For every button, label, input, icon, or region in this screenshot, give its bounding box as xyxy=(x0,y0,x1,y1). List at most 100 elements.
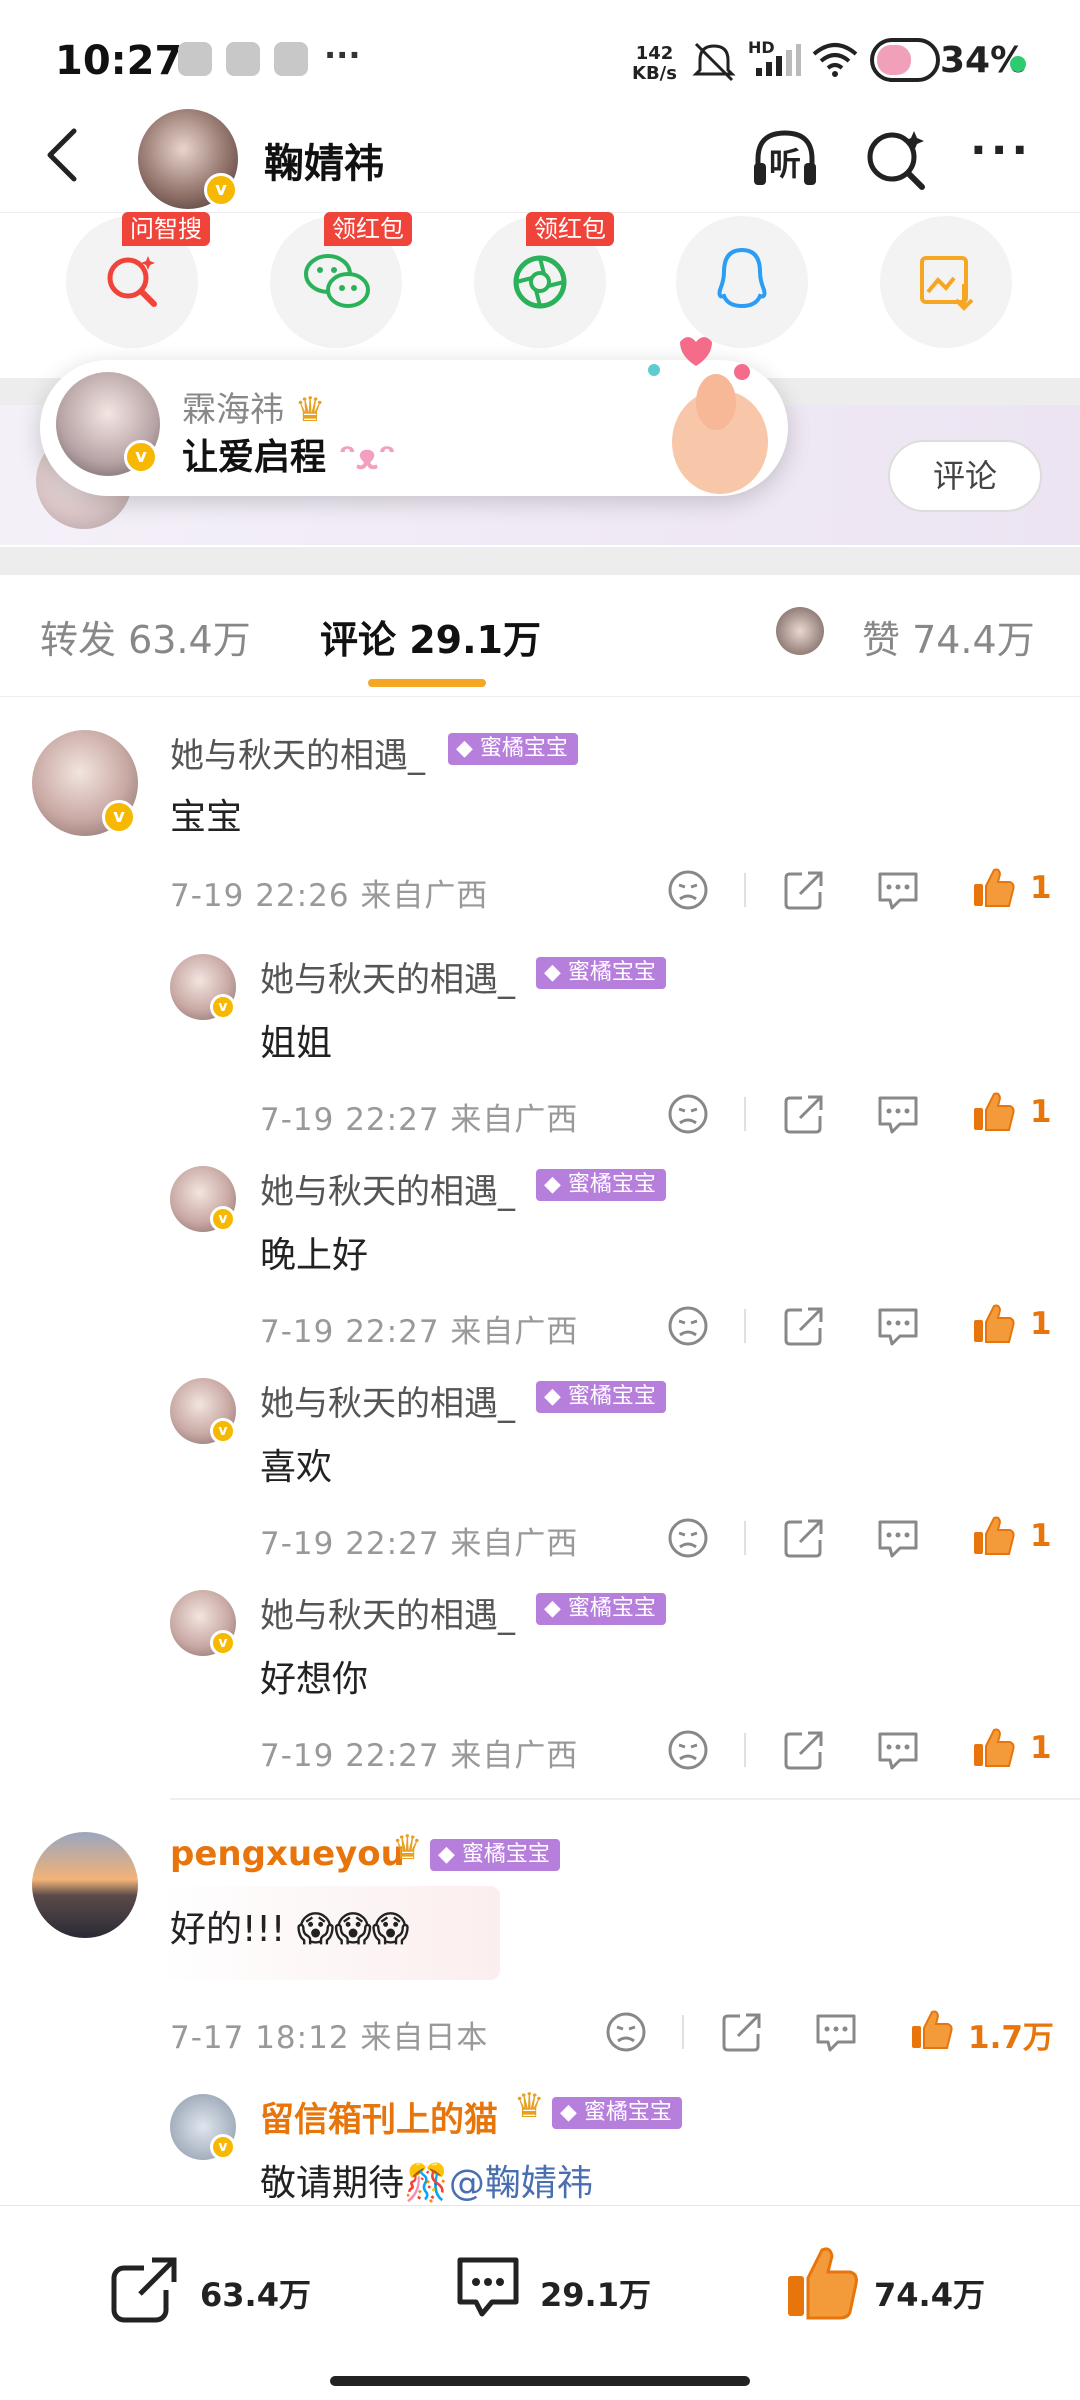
signal-icon xyxy=(756,44,801,76)
like-count[interactable]: 1.7万 xyxy=(968,2012,1054,2057)
mention-link[interactable]: @鞠婧祎 xyxy=(449,2163,593,2204)
dislike-icon[interactable] xyxy=(666,1304,710,1348)
wechat-notification-icon xyxy=(226,42,260,76)
like-thumb-icon[interactable] xyxy=(784,2242,860,2322)
fan-badge[interactable]: ◆ 蜜橘宝宝 xyxy=(536,957,666,989)
fan-badge[interactable]: ◆ 蜜橘宝宝 xyxy=(536,1593,666,1625)
reply-meta: 7-19 22:27 来自广西 xyxy=(260,1314,579,1350)
reply-icon[interactable] xyxy=(876,1092,920,1136)
reply-name[interactable]: 她与秋天的相遇_ xyxy=(260,1376,515,1425)
author-avatar[interactable]: v xyxy=(138,109,238,209)
commenter-name[interactable]: 她与秋天的相遇_ xyxy=(170,728,425,777)
verified-badge-icon: v xyxy=(210,2134,236,2160)
repost-icon[interactable] xyxy=(110,2254,180,2324)
app-notification-icon xyxy=(274,42,308,76)
crown-icon: ♛ xyxy=(392,1828,423,1868)
back-arrow-icon[interactable] xyxy=(36,125,96,185)
fan-badge[interactable]: ◆ 蜜橘宝宝 xyxy=(552,2097,682,2129)
smart-search-icon[interactable] xyxy=(860,123,934,197)
share-qq-button[interactable] xyxy=(676,216,808,348)
dislike-icon[interactable] xyxy=(666,1516,710,1560)
listen-button[interactable]: 听 xyxy=(748,123,822,197)
comment-tabs: 转发 63.4万 评论 29.1万 赞 74.4万 xyxy=(0,577,1080,697)
reply-meta: 7-19 22:27 来自广西 xyxy=(260,1526,579,1562)
mute-icon xyxy=(692,42,736,82)
reply-avatar[interactable]: v xyxy=(170,1590,236,1656)
commenter-avatar[interactable]: v xyxy=(32,730,138,836)
reply-avatar[interactable]: v xyxy=(170,1378,236,1444)
bunny-emoji-icon: ᵔᴥᵔ xyxy=(338,437,396,478)
tab-repost[interactable]: 转发 63.4万 xyxy=(40,609,251,664)
reply-avatar[interactable]: v xyxy=(170,954,236,1020)
liker-avatar xyxy=(776,607,824,655)
notification-banner[interactable]: v 霖海祎 ♛ 让爱启程 ᵔᴥᵔ xyxy=(40,337,788,496)
quick-tag: 领红包 xyxy=(324,212,412,246)
dislike-icon[interactable] xyxy=(666,1092,710,1136)
dislike-icon[interactable] xyxy=(666,868,710,912)
reply-text-prefix: 敬请期待 xyxy=(260,2163,405,2204)
reply-name[interactable]: 留信箱刊上的猫 xyxy=(260,2092,498,2141)
crown-icon: ♛ xyxy=(294,390,326,430)
tab-comments[interactable]: 评论 29.1万 xyxy=(320,609,541,664)
reply-avatar[interactable]: v xyxy=(170,2094,236,2160)
save-image-button[interactable] xyxy=(880,216,1012,348)
like-icon[interactable] xyxy=(972,1302,1016,1346)
home-indicator[interactable] xyxy=(330,2376,750,2386)
top-nav-bar: v 鞠婧祎 听 ··· xyxy=(0,105,1080,213)
fan-badge[interactable]: ◆ 蜜橘宝宝 xyxy=(430,1839,560,1871)
comment-button[interactable]: 评论 xyxy=(888,440,1042,512)
share-icon[interactable] xyxy=(782,1728,826,1772)
author-name[interactable]: 鞠婧祎 xyxy=(264,131,384,189)
clock: 10:27 xyxy=(55,38,183,84)
like-icon[interactable] xyxy=(972,866,1016,910)
commenter-name[interactable]: pengxueyou xyxy=(170,1834,405,1874)
like-icon[interactable] xyxy=(972,1726,1016,1770)
reply-name[interactable]: 她与秋天的相遇_ xyxy=(260,952,515,1001)
commenter-avatar[interactable] xyxy=(32,1832,138,1938)
battery-icon xyxy=(870,38,940,82)
quick-tag: 问智搜 xyxy=(122,212,210,246)
reply-icon[interactable] xyxy=(876,1516,920,1560)
save-image-icon xyxy=(920,256,974,311)
like-count[interactable]: 1 xyxy=(1030,1094,1052,1130)
comment-meta: 7-19 22:26 来自广西 xyxy=(170,878,489,914)
reply-avatar[interactable]: v xyxy=(170,1166,236,1232)
reply-text: 晚上好 xyxy=(260,1235,369,1276)
like-count[interactable]: 1 xyxy=(1030,1730,1052,1766)
verified-badge-icon: v xyxy=(210,1418,236,1444)
reply-icon[interactable] xyxy=(876,1304,920,1348)
dislike-icon[interactable] xyxy=(604,2010,648,2054)
reply-name[interactable]: 她与秋天的相遇_ xyxy=(260,1588,515,1637)
weibo-comment-page: 10:27 ··· 142 KB/s HD 34% v 鞠婧祎 听 ··· 问智… xyxy=(0,0,1080,2400)
qq-icon xyxy=(717,247,767,309)
reply-icon[interactable] xyxy=(876,868,920,912)
comment-icon[interactable] xyxy=(452,2252,524,2324)
fan-badge-text: 蜜橘宝宝 xyxy=(461,1842,550,1867)
share-icon[interactable] xyxy=(720,2010,764,2054)
like-icon[interactable] xyxy=(910,2008,954,2052)
reply-icon[interactable] xyxy=(876,1728,920,1772)
reply-name[interactable]: 她与秋天的相遇_ xyxy=(260,1164,515,1213)
fan-badge[interactable]: ◆ 蜜橘宝宝 xyxy=(536,1381,666,1413)
dislike-icon[interactable] xyxy=(666,1728,710,1772)
like-icon[interactable] xyxy=(972,1090,1016,1134)
like-count[interactable]: 1 xyxy=(1030,1518,1052,1554)
reply-icon[interactable] xyxy=(814,2010,858,2054)
comment-count[interactable]: 29.1万 xyxy=(540,2270,651,2316)
fan-badge[interactable]: ◆ 蜜橘宝宝 xyxy=(448,733,578,765)
like-count[interactable]: 1 xyxy=(1030,870,1052,906)
action-separator xyxy=(744,873,746,907)
repost-count[interactable]: 63.4万 xyxy=(200,2270,311,2316)
like-icon[interactable] xyxy=(972,1514,1016,1558)
tab-likes[interactable]: 赞 74.4万 xyxy=(862,609,1035,664)
share-icon[interactable] xyxy=(782,1092,826,1136)
like-count[interactable]: 1 xyxy=(1030,1306,1052,1342)
share-icon[interactable] xyxy=(782,1304,826,1348)
net-speed-unit: KB/s xyxy=(632,63,677,84)
fan-badge[interactable]: ◆ 蜜橘宝宝 xyxy=(536,1169,666,1201)
like-count[interactable]: 74.4万 xyxy=(874,2270,985,2316)
more-options-icon[interactable]: ··· xyxy=(970,125,1032,176)
share-icon[interactable] xyxy=(782,1516,826,1560)
share-icon[interactable] xyxy=(782,868,826,912)
moments-icon xyxy=(513,255,567,309)
